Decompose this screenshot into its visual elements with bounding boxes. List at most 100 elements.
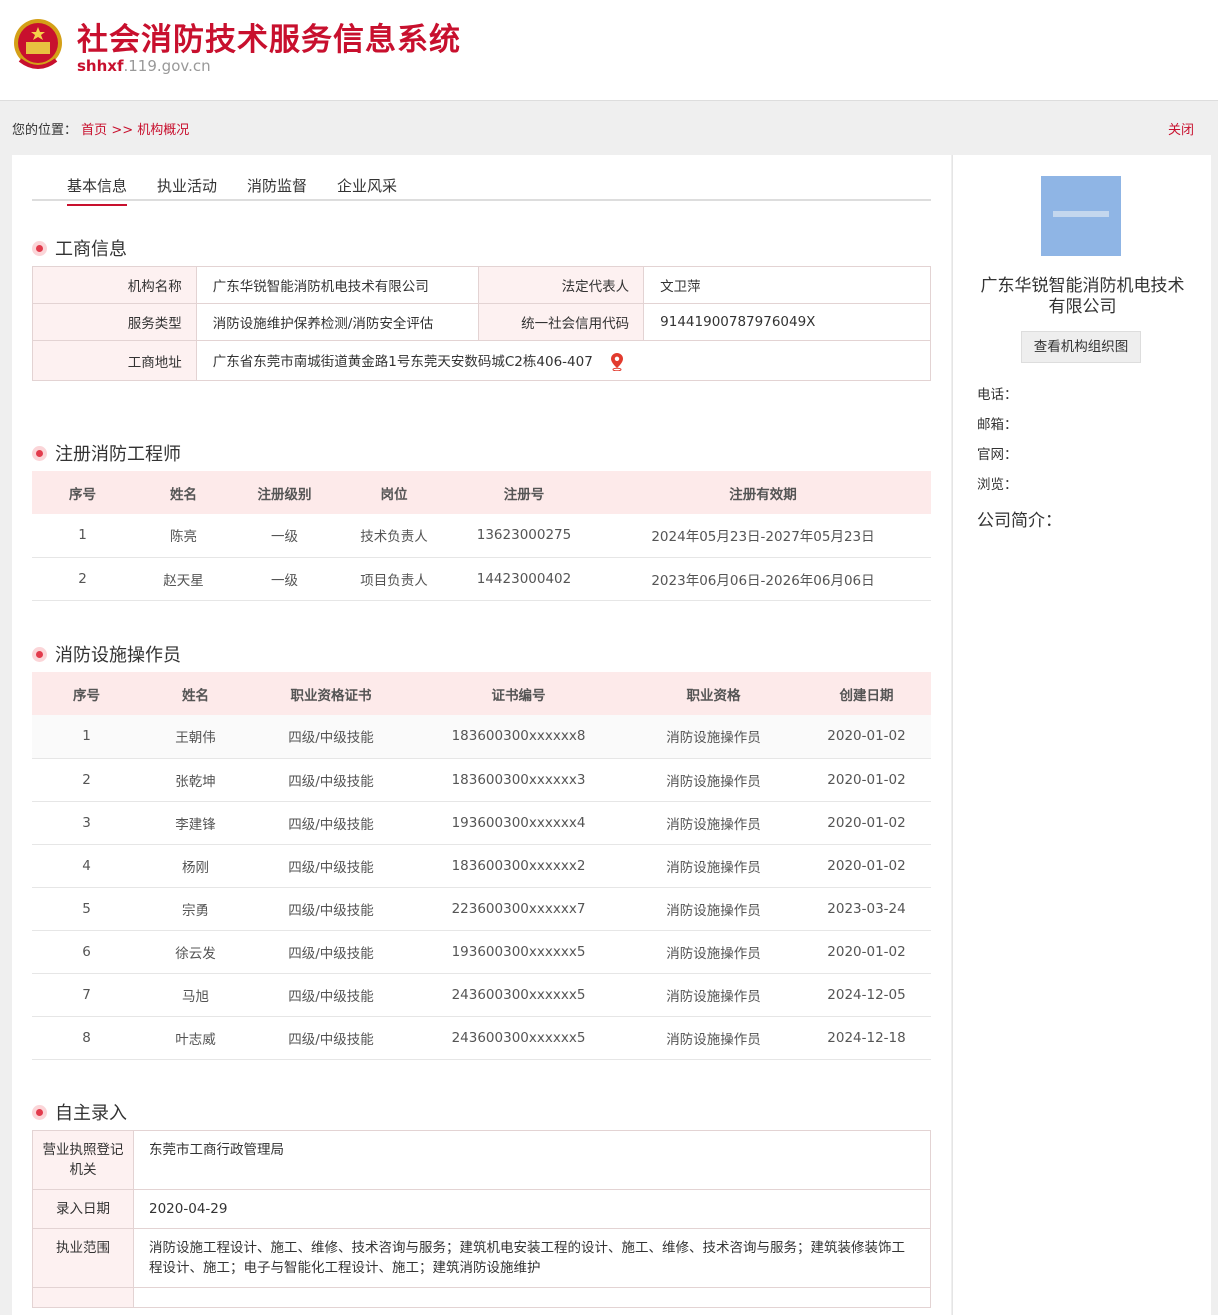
column-header: 姓名 [141, 672, 250, 715]
table-cell: 2020-01-02 [802, 715, 931, 759]
column-header: 序号 [32, 471, 133, 514]
column-header: 岗位 [335, 471, 453, 514]
table-cell: 2 [32, 758, 141, 802]
column-header: 职业资格 [625, 672, 802, 715]
bullet-icon [32, 445, 47, 461]
table-cell: 消防设施操作员 [625, 930, 802, 974]
table-cell: 2020-01-02 [802, 844, 931, 888]
table-cell: 李建锋 [141, 801, 250, 845]
table-cell: 2024-12-05 [802, 973, 931, 1017]
scope-value: 消防设施工程设计、施工、维修、技术咨询与服务；建筑机电安装工程的设计、施工、维修… [133, 1228, 931, 1288]
table-cell: 马旭 [141, 973, 250, 1017]
main-panel: 基本信息 执业活动 消防监督 企业风采 工商信息 机构名称 广东华锐智能消防机电… [12, 155, 951, 1315]
table-cell: 消防设施操作员 [625, 973, 802, 1017]
tab-enterprise-style[interactable]: 企业风采 [337, 175, 397, 204]
table-cell: 2023-03-24 [802, 887, 931, 931]
tab-basic-info[interactable]: 基本信息 [67, 175, 128, 206]
section-business-title: 工商信息 [32, 235, 127, 261]
bullet-icon [32, 646, 47, 662]
table-cell: 183600300xxxxxx3 [412, 758, 625, 802]
table-cell: 消防设施操作员 [625, 758, 802, 802]
section-engineers-title: 注册消防工程师 [32, 440, 181, 466]
column-header: 证书编号 [412, 672, 625, 715]
legal-rep-value: 文卫萍 [643, 266, 931, 304]
legal-rep-label: 法定代表人 [478, 266, 645, 304]
bullet-icon [32, 1104, 47, 1120]
table-cell: 8 [32, 1016, 141, 1060]
column-header: 注册号 [453, 471, 595, 514]
table-cell: 14423000402 [453, 557, 595, 601]
table-row: 1 陈亮 一级 技术负责人 13623000275 2024年05月23日-20… [32, 514, 931, 558]
table-cell: 2020-01-02 [802, 930, 931, 974]
table-cell: 赵天星 [133, 557, 234, 601]
table-cell: 四级/中级技能 [250, 1016, 412, 1060]
breadcrumb-current[interactable]: 机构概况 [137, 123, 189, 138]
engineers-table: 序号 姓名 注册级别 岗位 注册号 注册有效期 1 陈亮 一级 技术负责人 13… [32, 471, 931, 601]
column-header: 姓名 [133, 471, 234, 514]
empty-value [133, 1287, 931, 1308]
address-label: 工商地址 [32, 340, 197, 381]
tab-practice-activity[interactable]: 执业活动 [157, 175, 217, 204]
org-name-value: 广东华锐智能消防机电技术有限公司 [195, 266, 480, 304]
table-cell: 2024-12-18 [802, 1016, 931, 1060]
table-cell: 消防设施操作员 [625, 1016, 802, 1060]
org-chart-button[interactable]: 查看机构组织图 [1021, 331, 1141, 363]
table-cell: 2 [32, 557, 133, 601]
map-pin-icon[interactable] [611, 353, 624, 371]
table-cell: 四级/中级技能 [250, 930, 412, 974]
table-cell: 四级/中级技能 [250, 801, 412, 845]
table-cell: 183600300xxxxxx8 [412, 715, 625, 759]
national-emblem-icon [14, 19, 62, 69]
tab-fire-supervision[interactable]: 消防监督 [247, 175, 307, 204]
table-row: 2 赵天星 一级 项目负责人 14423000402 2023年06月06日-2… [32, 557, 931, 601]
table-cell: 2020-01-02 [802, 758, 931, 802]
table-cell: 1 [32, 715, 141, 759]
table-cell: 叶志威 [141, 1016, 250, 1060]
table-cell: 2020-01-02 [802, 801, 931, 845]
website-label: 官网： [977, 447, 1018, 463]
table-cell: 陈亮 [133, 514, 234, 558]
breadcrumb-separator: >> [111, 123, 134, 138]
table-row: 4 杨刚 四级/中级技能 183600300xxxxxx2 消防设施操作员 20… [32, 844, 931, 888]
authority-label: 营业执照登记机关 [32, 1130, 134, 1190]
table-cell: 一级 [234, 557, 335, 601]
breadcrumb: 您的位置： 首页 >> 机构概况 [12, 119, 189, 138]
site-title: 社会消防技术服务信息系统 [77, 22, 461, 58]
business-info-table: 机构名称 广东华锐智能消防机电技术有限公司 法定代表人 文卫萍 服务类型 消防设… [32, 266, 932, 381]
close-link[interactable]: 关闭 [1168, 119, 1194, 138]
table-cell: 杨刚 [141, 844, 250, 888]
table-cell: 王朝伟 [141, 715, 250, 759]
company-name: 广东华锐智能消防机电技术有限公司 [980, 276, 1185, 317]
service-type-label: 服务类型 [32, 303, 197, 341]
table-cell: 徐云发 [141, 930, 250, 974]
table-cell: 一级 [234, 514, 335, 558]
table-row: 8 叶志威 四级/中级技能 243600300xxxxxx5 消防设施操作员 2… [32, 1016, 931, 1060]
table-row: 3 李建锋 四级/中级技能 193600300xxxxxx4 消防设施操作员 2… [32, 801, 931, 845]
entry-date-label: 录入日期 [32, 1189, 134, 1229]
operators-table: 序号 姓名 职业资格证书 证书编号 职业资格 创建日期 1 王朝伟 四级/中级技… [32, 672, 931, 1060]
table-row: 7 马旭 四级/中级技能 243600300xxxxxx5 消防设施操作员 20… [32, 973, 931, 1017]
site-header: 社会消防技术服务信息系统 shhxf.119.gov.cn [0, 0, 1218, 101]
table-cell: 四级/中级技能 [250, 973, 412, 1017]
company-sidebar: 广东华锐智能消防机电技术有限公司 查看机构组织图 电话： 邮箱： 官网： 浏览：… [952, 155, 1211, 1315]
table-cell: 13623000275 [453, 514, 595, 558]
bullet-icon [32, 240, 47, 256]
table-cell: 243600300xxxxxx5 [412, 973, 625, 1017]
operators-header-row: 序号 姓名 职业资格证书 证书编号 职业资格 创建日期 [32, 672, 931, 715]
table-row: 5 宗勇 四级/中级技能 223600300xxxxxx7 消防设施操作员 20… [32, 887, 931, 931]
email-label: 邮箱： [977, 417, 1018, 433]
authority-value: 东莞市工商行政管理局 [133, 1130, 931, 1190]
section-self-entry-title: 自主录入 [32, 1099, 127, 1125]
engineers-header-row: 序号 姓名 注册级别 岗位 注册号 注册有效期 [32, 471, 931, 514]
table-cell: 3 [32, 801, 141, 845]
table-cell: 4 [32, 844, 141, 888]
table-cell: 消防设施操作员 [625, 715, 802, 759]
table-cell: 183600300xxxxxx2 [412, 844, 625, 888]
table-row: 2 张乾坤 四级/中级技能 183600300xxxxxx3 消防设施操作员 2… [32, 758, 931, 802]
breadcrumb-home-link[interactable]: 首页 [81, 123, 107, 138]
table-cell: 消防设施操作员 [625, 844, 802, 888]
empty-label [32, 1287, 134, 1308]
phone-label: 电话： [977, 387, 1018, 403]
table-cell: 2024年05月23日-2027年05月23日 [595, 514, 931, 558]
column-header: 职业资格证书 [250, 672, 412, 715]
